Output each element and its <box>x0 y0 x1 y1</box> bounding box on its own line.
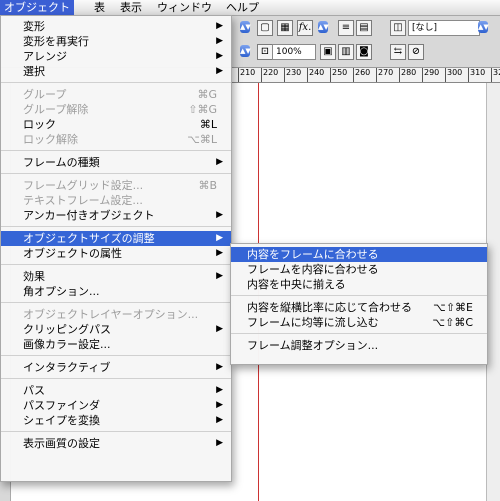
menu-table[interactable]: 表 <box>90 0 109 15</box>
dropdown-arrow-icon[interactable]: ▲▼ <box>240 45 251 57</box>
menu-item-image-color-settings[interactable]: 画像カラー設定... <box>1 337 231 352</box>
fx-icon[interactable]: fx. <box>297 20 313 36</box>
menu-item-clipping-path[interactable]: クリッピングパス ▶ <box>1 322 231 337</box>
dropdown-arrow-icon[interactable]: ▲▼ <box>478 21 489 33</box>
ruler-tick: 250 <box>329 68 348 82</box>
menu-item-display-performance[interactable]: 表示画質の設定 ▶ <box>1 436 231 451</box>
menu-separator <box>1 173 231 174</box>
menu-separator <box>1 378 231 379</box>
zoom-field[interactable]: 100% <box>272 44 316 60</box>
menu-item-corner-options[interactable]: 角オプション... <box>1 284 231 299</box>
menu-view[interactable]: 表示 <box>116 0 146 15</box>
frame-icon[interactable]: ▢ <box>257 20 273 36</box>
submenu-arrow-icon: ▶ <box>216 362 223 372</box>
menu-item-fit-content-proportionally[interactable]: 内容を縦横比率に応じて合わせる ⌥⇧⌘E <box>231 300 487 315</box>
fitting-submenu: 内容をフレームに合わせる フレームを内容に合わせる 内容を中央に揃える 内容を縦… <box>230 243 488 365</box>
menu-help[interactable]: ヘルプ <box>222 0 263 15</box>
menu-separator <box>1 431 231 432</box>
scale-icon[interactable]: ⊡ <box>257 44 273 60</box>
menu-item-convert-shape[interactable]: シェイプを変換 ▶ <box>1 413 231 428</box>
style-sync-icon[interactable]: ⇆ <box>390 44 406 60</box>
object-menu: 変形 ▶ 変形を再実行 ▶ アレンジ ▶ 選択 ▶ グループ ⌘G グループ解除 ⇧⌘G ロ… <box>0 15 232 482</box>
menu-separator <box>231 333 487 334</box>
menu-item-transform-again[interactable]: 変形を再実行 ▶ <box>1 34 231 49</box>
menu-separator <box>1 355 231 356</box>
submenu-arrow-icon: ▶ <box>216 248 223 258</box>
menu-item-interactive[interactable]: インタラクティブ ▶ <box>1 360 231 375</box>
submenu-arrow-icon: ▶ <box>216 233 223 243</box>
menu-separator <box>1 226 231 227</box>
ruler-tick: 310 <box>467 68 486 82</box>
menu-separator <box>1 82 231 83</box>
menu-item-pathfinder[interactable]: パスファインダ ▶ <box>1 398 231 413</box>
menu-item-fitting[interactable]: オブジェクトサイズの調整 ▶ <box>1 231 231 246</box>
menu-item-unlock[interactable]: ロック解除 ⌥⌘L <box>1 132 231 147</box>
menu-separator <box>1 150 231 151</box>
menu-item-fit-content-to-frame[interactable]: 内容をフレームに合わせる <box>231 247 487 262</box>
menu-item-frame-grid-options[interactable]: フレームグリッド設定... ⌘B <box>1 178 231 193</box>
menu-separator <box>1 302 231 303</box>
ruler-tick: 270 <box>375 68 394 82</box>
menu-separator <box>231 295 487 296</box>
ruler-tick: 300 <box>444 68 463 82</box>
menu-item-effects[interactable]: 効果 ▶ <box>1 269 231 284</box>
submenu-arrow-icon: ▶ <box>216 210 223 220</box>
menu-item-text-frame-options[interactable]: テキストフレーム設定... <box>1 193 231 208</box>
object-style-select[interactable]: [なし] <box>408 20 480 36</box>
menu-item-fit-frame-to-content[interactable]: フレームを内容に合わせる <box>231 262 487 277</box>
submenu-arrow-icon: ▶ <box>216 66 223 76</box>
center-content-icon[interactable]: ◙ <box>356 44 372 60</box>
submenu-arrow-icon: ▶ <box>216 21 223 31</box>
ruler-tick: 240 <box>306 68 325 82</box>
fill-frame-icon[interactable]: ▣ <box>320 44 336 60</box>
menu-separator <box>1 264 231 265</box>
menu-object[interactable]: オブジェクト <box>0 0 74 15</box>
submenu-arrow-icon: ▶ <box>216 324 223 334</box>
submenu-arrow-icon: ▶ <box>216 438 223 448</box>
submenu-arrow-icon: ▶ <box>216 400 223 410</box>
ruler-tick: 260 <box>352 68 371 82</box>
menu-item-lock[interactable]: ロック ⌘L <box>1 117 231 132</box>
object-style-icon[interactable]: ◫ <box>390 20 406 36</box>
submenu-arrow-icon: ▶ <box>216 271 223 281</box>
transform-icon[interactable]: ▦ <box>277 20 293 36</box>
menu-item-paths[interactable]: パス ▶ <box>1 383 231 398</box>
menu-item-object-layer-options[interactable]: オブジェクトレイヤーオプション... <box>1 307 231 322</box>
menu-item-ungroup[interactable]: グループ解除 ⇧⌘G <box>1 102 231 117</box>
menu-item-transform[interactable]: 変形 ▶ <box>1 19 231 34</box>
ruler-tick: 290 <box>421 68 440 82</box>
menu-item-arrange[interactable]: アレンジ ▶ <box>1 49 231 64</box>
submenu-arrow-icon: ▶ <box>216 415 223 425</box>
submenu-arrow-icon: ▶ <box>216 385 223 395</box>
ruler-tick: 210 <box>237 68 256 82</box>
menu-item-object-attributes[interactable]: オブジェクトの属性 ▶ <box>1 246 231 261</box>
submenu-arrow-icon: ▶ <box>216 36 223 46</box>
ruler-tick: 320 <box>490 68 500 82</box>
ruler-tick: 280 <box>398 68 417 82</box>
menu-item-anchored-object[interactable]: アンカー付きオブジェクト ▶ <box>1 208 231 223</box>
menu-bar: オブジェクト 表 表示 ウィンドウ ヘルプ <box>0 0 500 16</box>
dropdown-arrow-icon[interactable]: ▲▼ <box>240 21 251 33</box>
ruler-tick: 220 <box>260 68 279 82</box>
menu-item-select[interactable]: 選択 ▶ <box>1 64 231 79</box>
submenu-arrow-icon: ▶ <box>216 157 223 167</box>
distribute-icon[interactable]: ▤ <box>356 20 372 36</box>
fit-frame-icon[interactable]: ▥ <box>338 44 354 60</box>
submenu-arrow-icon: ▶ <box>216 51 223 61</box>
dropdown-arrow-icon[interactable]: ▲▼ <box>318 21 329 33</box>
menu-item-content[interactable]: フレームの種類 ▶ <box>1 155 231 170</box>
menu-item-frame-fitting-options[interactable]: フレーム調整オプション... <box>231 338 487 353</box>
align-icon[interactable]: ≡ <box>338 20 354 36</box>
vertical-scrollbar[interactable] <box>486 83 500 501</box>
menu-window[interactable]: ウィンドウ <box>153 0 216 15</box>
clear-style-icon[interactable]: ⊘ <box>408 44 424 60</box>
menu-item-group[interactable]: グループ ⌘G <box>1 87 231 102</box>
menu-item-fill-frame-proportionally[interactable]: フレームに均等に流し込む ⌥⇧⌘C <box>231 315 487 330</box>
menu-item-center-content[interactable]: 内容を中央に揃える <box>231 277 487 292</box>
ruler-tick: 230 <box>283 68 302 82</box>
